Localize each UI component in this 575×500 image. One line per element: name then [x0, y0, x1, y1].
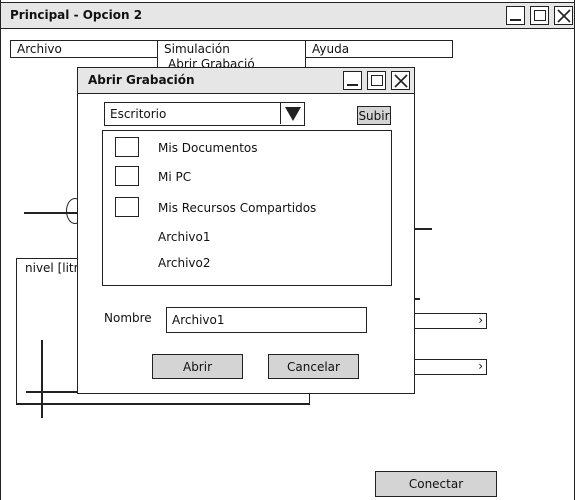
list-item[interactable]: Archivo1 [113, 229, 383, 247]
minimize-icon[interactable] [506, 6, 525, 25]
dialog-title-bar: Abrir Grabación [77, 67, 415, 94]
list-item[interactable]: Mis Documentos [113, 137, 383, 161]
cancel-button-label: Cancelar [287, 359, 340, 374]
dialog-title: Abrir Grabación [88, 73, 195, 87]
chevron-right-icon: › [478, 359, 483, 373]
name-label: Nombre [104, 311, 152, 325]
bg-arrow-field-1[interactable]: › [414, 313, 487, 329]
menu-ayuda[interactable]: Ayuda [305, 40, 453, 58]
network-icon [115, 197, 139, 217]
bg-line-right [414, 228, 432, 230]
location-select[interactable]: Escritorio [104, 102, 305, 126]
bg-arrow-field-2[interactable]: › [414, 359, 487, 375]
dialog-maximize-icon[interactable] [367, 71, 386, 90]
open-button-label: Abrir [182, 359, 213, 374]
folder-icon [115, 137, 139, 157]
menu-simulacion-label: Simulación [164, 42, 230, 56]
main-title-bar: Principal - Opcion 2 [0, 2, 575, 29]
file-label: Archivo2 [158, 256, 211, 270]
computer-icon [115, 166, 139, 186]
dialog-close-icon[interactable] [391, 71, 410, 90]
menu-simulacion[interactable]: Simulación [157, 40, 306, 58]
location-select-value: Escritorio [110, 107, 167, 121]
close-icon[interactable] [554, 6, 573, 25]
dialog-minimize-icon[interactable] [343, 71, 362, 90]
list-item[interactable]: Archivo2 [113, 255, 383, 273]
list-item[interactable]: Mis Recursos Compartidos [113, 197, 383, 221]
main-window-title: Principal - Opcion 2 [10, 8, 143, 22]
connect-button-label: Conectar [408, 477, 464, 491]
place-label: Mi PC [158, 170, 192, 184]
nivel-axis-vertical [41, 340, 43, 418]
up-button[interactable]: Subir [357, 106, 391, 125]
maximize-icon[interactable] [530, 6, 549, 25]
connect-button[interactable]: Conectar [375, 471, 497, 497]
place-label: Mis Documentos [158, 141, 258, 155]
menu-ayuda-label: Ayuda [312, 42, 350, 56]
cancel-button[interactable]: Cancelar [268, 354, 359, 379]
menu-archivo-label: Archivo [17, 42, 62, 56]
up-button-label: Subir [358, 108, 390, 123]
menu-archivo[interactable]: Archivo [10, 40, 158, 58]
nivel-label: nivel [litr [25, 261, 79, 275]
chevron-right-icon: › [478, 313, 483, 327]
nivel-panel-bottom [16, 403, 310, 405]
name-input[interactable]: Archivo1 [166, 307, 367, 333]
list-item[interactable]: Mi PC [113, 166, 383, 190]
open-button[interactable]: Abrir [152, 354, 243, 379]
place-label: Mis Recursos Compartidos [158, 201, 317, 215]
dropdown-arrow-icon[interactable] [280, 103, 304, 124]
name-input-value: Archivo1 [172, 313, 225, 327]
file-browser-list: Mis Documentos Mi PC Mis Recursos Compar… [102, 130, 392, 286]
file-label: Archivo1 [158, 230, 211, 244]
